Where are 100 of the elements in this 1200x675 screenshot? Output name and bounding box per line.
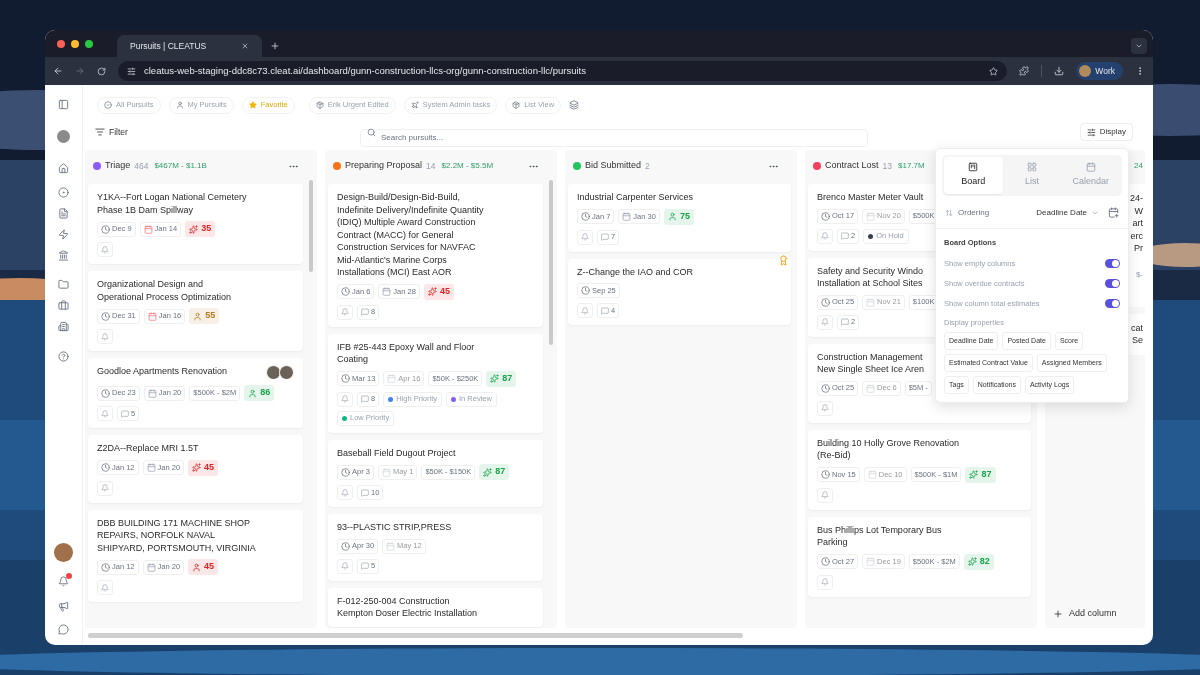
card-title: Baseball Field Dugout Project bbox=[337, 446, 456, 459]
clock-icon bbox=[821, 470, 830, 479]
calendar-icon bbox=[147, 388, 157, 398]
notifications-icon[interactable] bbox=[58, 576, 69, 587]
search-field[interactable]: Search pursuits... bbox=[360, 128, 868, 147]
column-title: Contract Lost bbox=[825, 159, 879, 173]
chevron-down-icon bbox=[1135, 42, 1143, 50]
box-icon bbox=[315, 101, 324, 109]
building-icon[interactable] bbox=[58, 321, 69, 332]
bell-icon bbox=[101, 484, 109, 492]
sliders-icon bbox=[1086, 127, 1096, 137]
close-window-button[interactable] bbox=[57, 39, 65, 48]
card-title: Safety and Security Windo Installation at School Sites bbox=[817, 264, 924, 290]
calendar-icon bbox=[866, 383, 876, 393]
calendar-icon bbox=[382, 287, 392, 296]
plus-icon bbox=[1053, 609, 1063, 619]
forward-icon[interactable] bbox=[75, 66, 85, 76]
calendar-icon[interactable] bbox=[1108, 207, 1119, 218]
comment-icon bbox=[361, 308, 369, 316]
column-total: $17.7M bbox=[898, 160, 925, 172]
calendar-icon bbox=[147, 311, 157, 321]
comment-icon bbox=[361, 562, 369, 570]
toggle-switch[interactable] bbox=[1105, 279, 1120, 289]
horizontal-scrollbar[interactable] bbox=[88, 633, 743, 638]
bell-icon bbox=[821, 404, 829, 412]
column-title: Triage bbox=[105, 159, 131, 173]
scrollbar[interactable] bbox=[309, 180, 313, 272]
comment-icon bbox=[361, 488, 369, 497]
card-title: Z2DA--Replace MRI 1.5T bbox=[97, 442, 199, 455]
organization-logo[interactable] bbox=[57, 130, 70, 143]
sidebar-toggle-icon[interactable] bbox=[58, 99, 69, 110]
minimize-window-button[interactable] bbox=[71, 39, 79, 48]
browser-tab[interactable]: Pursuits | CLEATUS bbox=[117, 35, 262, 57]
extensions-icon[interactable] bbox=[1019, 66, 1030, 76]
bell-icon bbox=[821, 232, 829, 240]
pursuit-card[interactable]: F-012-250-004 Construction Kempton Doser Electric Installation bbox=[328, 587, 543, 627]
document-icon[interactable] bbox=[58, 208, 69, 219]
board-icon bbox=[968, 162, 979, 172]
url-field[interactable]: cleatus-web-staging-ddc8c73.cleat.ai/dashboard/gunn-construction-llcs-org/gunn-construction-llc/pursuits bbox=[118, 61, 1008, 81]
toggle-switch[interactable] bbox=[1105, 259, 1120, 269]
clock-icon bbox=[821, 557, 830, 566]
bank-icon[interactable] bbox=[58, 250, 69, 261]
clock-icon bbox=[581, 286, 590, 295]
score-text: 87 bbox=[502, 371, 513, 385]
new-tab-icon[interactable] bbox=[270, 41, 280, 51]
scrollbar[interactable] bbox=[549, 180, 553, 345]
box-icon bbox=[512, 101, 521, 109]
comment-icon bbox=[121, 409, 129, 418]
sparkle-icon bbox=[967, 557, 977, 566]
toggle-switch[interactable] bbox=[1105, 299, 1120, 309]
briefcase-icon[interactable] bbox=[58, 300, 69, 311]
add-column-button[interactable]: Add column bbox=[1053, 602, 1145, 626]
display-button[interactable]: Display bbox=[1079, 123, 1133, 141]
megaphone-icon[interactable] bbox=[58, 601, 69, 612]
column-total: $467M - $1.1B bbox=[154, 160, 207, 172]
sort-icon bbox=[945, 208, 953, 217]
calendar-icon bbox=[146, 463, 156, 472]
help-icon[interactable] bbox=[58, 351, 69, 362]
download-icon[interactable] bbox=[1054, 66, 1065, 76]
column-title: Preparing Proposal bbox=[345, 159, 423, 173]
bell-icon bbox=[341, 395, 349, 403]
grid-icon bbox=[1027, 162, 1037, 172]
folder-icon[interactable] bbox=[58, 279, 69, 290]
home-icon[interactable] bbox=[58, 163, 69, 174]
column-count: 464 bbox=[134, 159, 149, 173]
view-tab[interactable]: Board bbox=[944, 157, 1003, 194]
clock-icon bbox=[101, 224, 110, 234]
score-text: 87 bbox=[495, 465, 506, 479]
reload-icon[interactable] bbox=[97, 66, 106, 76]
bell-icon bbox=[101, 332, 109, 341]
calendar-icon bbox=[866, 297, 876, 307]
value-text: $- bbox=[1135, 268, 1143, 281]
card-title: Organizational Design and Operational Process Optimization bbox=[97, 278, 232, 303]
column-total: 24 bbox=[1134, 160, 1143, 172]
bookmark-star-icon[interactable] bbox=[989, 66, 999, 76]
filter-button[interactable]: Filter bbox=[95, 125, 360, 139]
chat-icon[interactable] bbox=[58, 624, 69, 635]
profile-button[interactable]: Work bbox=[1076, 62, 1124, 80]
back-icon[interactable] bbox=[53, 66, 63, 76]
card-title: 24- W art erc Pr bbox=[1130, 192, 1143, 255]
target-icon[interactable] bbox=[58, 187, 69, 198]
avatar[interactable] bbox=[54, 543, 73, 562]
close-icon[interactable] bbox=[241, 42, 249, 50]
maximize-window-button[interactable] bbox=[85, 39, 93, 48]
comment-icon bbox=[841, 318, 849, 326]
column-count: 2 bbox=[645, 159, 650, 173]
bolt-icon[interactable] bbox=[58, 229, 69, 240]
calendar-icon bbox=[622, 212, 632, 221]
avatar bbox=[1079, 65, 1092, 77]
layers-icon[interactable] bbox=[569, 100, 580, 110]
pursuit-card[interactable] bbox=[328, 184, 543, 327]
calendar-icon bbox=[867, 470, 877, 479]
comment-icon bbox=[361, 395, 369, 403]
sparkle-icon bbox=[969, 470, 979, 479]
tab-menu-button[interactable] bbox=[1131, 38, 1147, 54]
bell-icon bbox=[821, 491, 829, 499]
card-title: Z--Change the IAO and COR bbox=[577, 265, 694, 278]
person-icon bbox=[248, 388, 258, 398]
score-text: 45 bbox=[204, 560, 215, 574]
ordering-select[interactable]: Deadline Date bbox=[1032, 203, 1103, 222]
